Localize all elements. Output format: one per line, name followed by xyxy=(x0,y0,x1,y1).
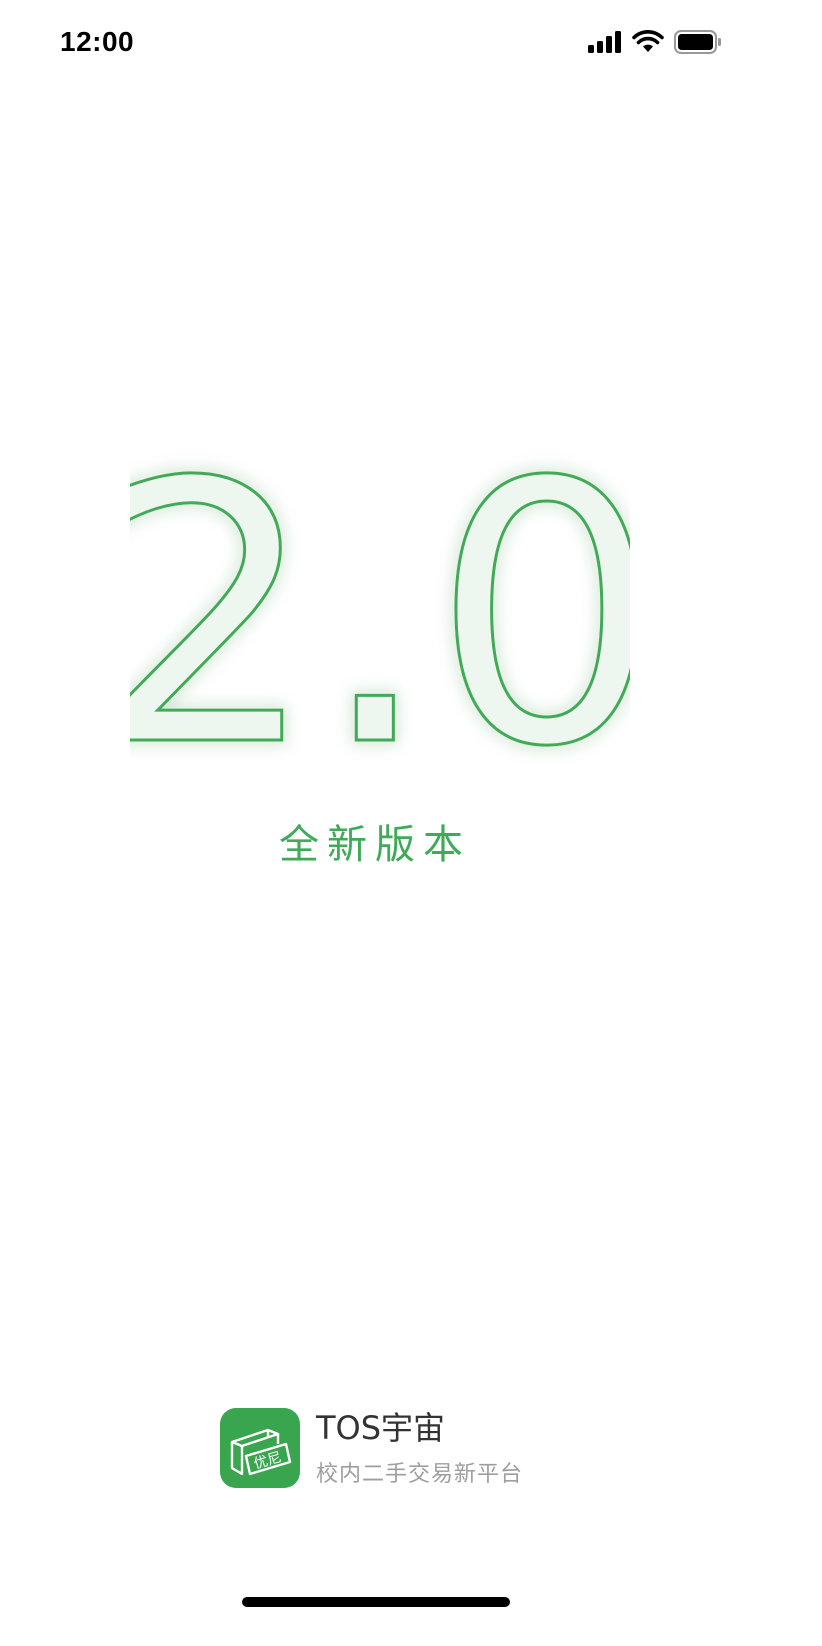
version-label: 2.0 xyxy=(130,440,630,770)
app-name: TOS宇宙 xyxy=(316,1409,446,1447)
app-logo: 优尼 xyxy=(220,1408,300,1488)
brand-text: TOS宇宙 校内二手交易新平台 xyxy=(316,1408,523,1488)
version-number: 2.0 xyxy=(130,440,630,770)
tagline: 全新版本 xyxy=(279,822,471,868)
brand-block: 优尼 TOS宇宙 校内二手交易新平台 xyxy=(220,1408,523,1488)
home-indicator[interactable] xyxy=(242,1597,510,1607)
box-icon: 优尼 xyxy=(230,1428,292,1476)
splash-hero: 2.0 全新版本 xyxy=(0,0,822,1646)
app-slogan: 校内二手交易新平台 xyxy=(316,1462,524,1487)
